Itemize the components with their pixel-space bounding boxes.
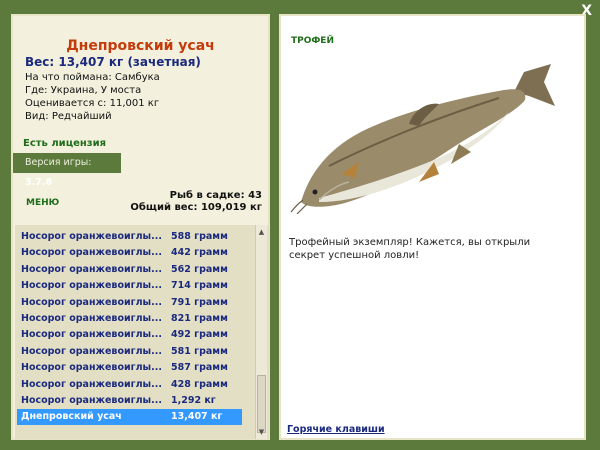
value-info: Оценивается с: 11,001 кг — [25, 98, 160, 109]
list-item[interactable]: Носорог оранжевоиглы... 714 грамм — [17, 278, 242, 294]
barbel-fish-image — [290, 64, 555, 214]
list-scrollbar[interactable]: ▲ ▼ — [255, 225, 267, 439]
fish-info-panel: Днепровский усач Вес: 13,407 кг (зачетна… — [11, 14, 270, 440]
version-badge: Версия игры: 3.7.6 — [13, 153, 121, 188]
trophy-title: ТРОФЕЙ — [291, 36, 334, 46]
keepnet-stats: Рыб в садке: 43 Общий вес: 109,019 кг — [130, 190, 262, 214]
list-item-name: Носорог оранжевоиглы... — [21, 247, 162, 259]
list-item-name: Носорог оранжевоиглы... — [21, 378, 162, 390]
list-item[interactable]: Днепровский усач 13,407 кг — [17, 409, 242, 426]
list-item-name: Днепровский усач — [21, 411, 122, 423]
scroll-down-icon[interactable]: ▼ — [257, 427, 266, 437]
list-item-name: Носорог оранжевоиглы... — [21, 280, 162, 292]
list-item-weight: 442 грамм — [171, 247, 228, 259]
list-item-weight: 13,407 кг — [171, 411, 223, 423]
list-item[interactable]: Носорог оранжевоиглы... 821 грамм — [17, 311, 242, 327]
rarity-info: Вид: Редчайший — [25, 111, 112, 122]
list-item[interactable]: Носорог оранжевоиглы... 562 грамм — [17, 262, 242, 278]
list-item[interactable]: Носорог оранжевоиглы... 791 грамм — [17, 295, 242, 311]
list-item-name: Носорог оранжевоиглы... — [21, 296, 162, 308]
list-item-weight: 791 грамм — [171, 296, 228, 308]
fish-name: Днепровский усач — [66, 38, 215, 54]
list-item-name: Носорог оранжевоиглы... — [21, 362, 162, 374]
scroll-thumb[interactable] — [257, 375, 266, 433]
list-item-weight: 492 грамм — [171, 329, 228, 341]
location-info: Где: Украина, У моста — [25, 85, 142, 96]
list-item-weight: 1,292 кг — [171, 395, 216, 406]
scroll-up-icon[interactable]: ▲ — [257, 227, 266, 237]
list-item[interactable]: Носорог оранжевоиглы... 588 грамм — [17, 229, 242, 245]
total-weight: Общий вес: 109,019 кг — [130, 202, 262, 213]
list-item-weight: 562 грамм — [171, 263, 228, 275]
version-value: 3.7.6 — [25, 177, 53, 188]
version-label: Версия игры: — [25, 157, 92, 168]
fish-weight: Вес: 13,407 кг (зачетная) — [25, 55, 201, 69]
catch-list[interactable]: Носорог оранжевоиглы... 588 грамм Носорог … — [15, 225, 269, 439]
list-item[interactable]: Носорог оранжевоиглы... 587 грамм — [17, 360, 242, 376]
list-item-name: Носорог оранжевоиглы... — [21, 263, 162, 275]
list-item-name: Носорог оранжевоиглы... — [21, 345, 162, 357]
trophy-panel: ТРОФЕЙ Трофейный экземпляр! Кажется, вы … — [279, 14, 586, 440]
list-item-name: Носорог оранжевоиглы... — [21, 329, 162, 341]
list-item-weight: 714 грамм — [171, 280, 228, 292]
list-item[interactable]: Носорог оранжевоиглы... 442 грамм — [17, 245, 242, 261]
list-item-name: Носорог оранжевоиглы... — [21, 231, 162, 242]
list-item[interactable]: Носорог оранжевоиглы... 1,292 кг — [17, 393, 242, 409]
bait-info: На что поймана: Самбука — [25, 72, 160, 83]
list-item-weight: 821 грамм — [171, 313, 228, 324]
license-status: Есть лицензия — [23, 138, 107, 149]
menu-button[interactable]: МЕНЮ — [26, 198, 59, 208]
fish-count: Рыб в садке: 43 — [169, 190, 262, 201]
list-item-name: Носорог оранжевоиглы... — [21, 395, 162, 406]
list-item-weight: 428 грамм — [171, 378, 228, 390]
list-item-name: Носорог оранжевоиглы... — [21, 313, 162, 324]
trophy-message: Трофейный экземпляр! Кажется, вы открыли… — [289, 237, 531, 261]
hotkeys-link[interactable]: Горячие клавиши — [287, 424, 385, 435]
list-item-weight: 588 грамм — [171, 231, 228, 242]
list-item-weight: 587 грамм — [171, 362, 228, 374]
list-item[interactable]: Носорог оранжевоиглы... 428 грамм — [17, 377, 242, 393]
list-item-weight: 581 грамм — [171, 345, 228, 357]
list-item[interactable]: Носорог оранжевоиглы... 492 грамм — [17, 327, 242, 343]
list-item[interactable]: Носорог оранжевоиглы... 581 грамм — [17, 344, 242, 360]
